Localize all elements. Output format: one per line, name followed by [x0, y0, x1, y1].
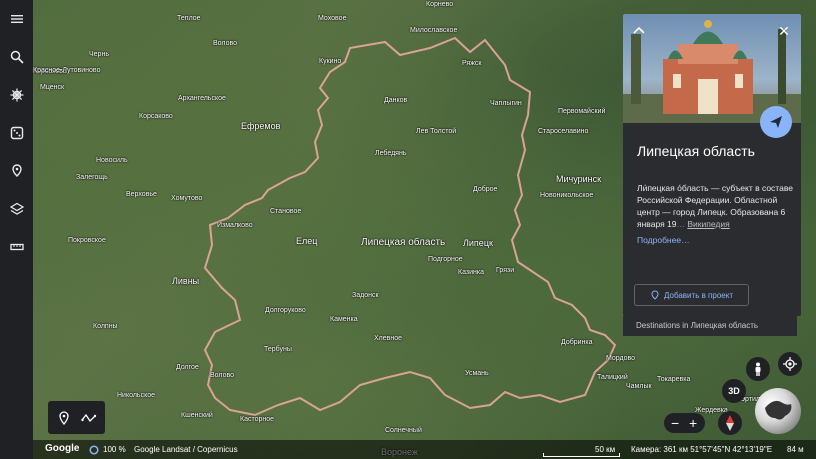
scale-bar	[543, 453, 620, 457]
map-label: Казинка	[458, 269, 484, 276]
map-label: Мценск	[40, 84, 65, 91]
map-label: Липецкая область	[361, 237, 446, 248]
add-pin-icon	[651, 290, 659, 300]
map-label: Грязи	[496, 267, 515, 274]
destinations-link[interactable]: Destinations in Липецкая область	[623, 316, 797, 336]
map-label: Первомайский	[558, 108, 606, 115]
map-label: Солнечный	[385, 427, 422, 434]
map-label: Измалково	[217, 222, 253, 229]
map-label: Ряжск	[462, 60, 482, 67]
map-label: Касторное	[240, 416, 275, 423]
3d-toggle-button[interactable]: 3D	[722, 379, 746, 403]
loading-ring-icon	[89, 445, 99, 455]
map-label: Тербуны	[264, 346, 292, 353]
map-label: Лев Толстой	[416, 128, 457, 135]
attribution: Google Landsat / Copernicus	[134, 445, 238, 454]
ship-wheel-icon[interactable]	[0, 80, 33, 110]
map-label: Долгое	[176, 364, 199, 371]
my-location-button[interactable]	[778, 352, 802, 376]
map-label: Мордово	[606, 355, 636, 362]
map-label: Чаплыгин	[490, 100, 522, 107]
camera-info: Камера: 361 км 51°57'45"N 42°13'19"E	[631, 445, 773, 454]
map-label: Токаревка	[657, 376, 691, 383]
crosshair-icon	[783, 357, 797, 371]
map-label: Красное-Лутовиново	[33, 67, 101, 74]
map-label: Новосиль	[96, 157, 128, 164]
map-label: Моховое	[318, 15, 347, 22]
map-label: Доброе	[473, 186, 498, 193]
map-label: Талицкий	[597, 374, 628, 381]
path-icon[interactable]	[81, 412, 97, 424]
map-label: Хлевное	[374, 335, 403, 342]
search-icon[interactable]	[0, 42, 33, 72]
map-label: Староселавино	[538, 128, 589, 135]
map-label: Елец	[296, 236, 318, 246]
add-to-project-label: Добавить в проект	[664, 290, 733, 300]
map-label: Новоникольское	[540, 192, 594, 199]
map-label: Милославское	[410, 27, 458, 34]
share-button[interactable]	[760, 106, 792, 138]
layers-icon[interactable]	[0, 194, 33, 224]
read-more-link[interactable]: Подробнее…	[637, 235, 690, 245]
place-title: Липецкая область	[637, 143, 755, 159]
map-label: Волово	[210, 372, 234, 379]
map-label: Никольское	[117, 392, 156, 399]
map-label: Лебедянь	[375, 150, 407, 157]
map-label: Корсаково	[139, 113, 173, 120]
knowledge-card: Липецкая область Ли́пецкая о́бласть — су…	[623, 14, 801, 316]
map-label: Ефремов	[241, 121, 281, 131]
menu-icon[interactable]	[0, 4, 33, 34]
wikipedia-link[interactable]: Википедия	[687, 219, 729, 229]
left-sidebar	[0, 0, 33, 459]
zoom-in-button[interactable]: +	[689, 413, 697, 433]
map-label: Задонск	[352, 292, 379, 299]
map-label: Кшенский	[181, 412, 213, 419]
send-icon	[770, 116, 782, 128]
map-label: Каменка	[330, 316, 358, 323]
map-label: Усмань	[465, 370, 489, 377]
map-label: Архангельское	[178, 95, 226, 102]
map-label: Чамлык	[626, 383, 652, 390]
dice-icon[interactable]	[0, 118, 33, 148]
compass-button[interactable]	[718, 411, 742, 435]
map-label: Кукино	[319, 58, 342, 65]
map-label: Добринка	[561, 339, 593, 346]
map-label: Корнево	[426, 1, 454, 8]
map-label: Данков	[384, 97, 408, 104]
map-label: Волово	[213, 40, 237, 47]
map-label: Покровское	[68, 237, 106, 244]
elevation-info: 84 м	[787, 445, 804, 454]
google-logo: Google	[45, 443, 80, 454]
loading-percent: 100 %	[103, 445, 126, 454]
add-to-project-button[interactable]: Добавить в проект	[634, 284, 749, 306]
map-label: Ливны	[172, 276, 200, 286]
map-tools	[48, 401, 105, 434]
street-view-button[interactable]	[746, 357, 770, 381]
map-label: Долгоруково	[265, 307, 306, 314]
map-label: Залегощь	[76, 174, 108, 181]
close-icon[interactable]: ✕	[776, 23, 792, 39]
globe-overview[interactable]	[755, 388, 801, 434]
map-label: Липецк	[463, 238, 493, 248]
map-label: Чернь	[89, 51, 109, 58]
status-bar: Google 100 % Google Landsat / Copernicus…	[33, 440, 816, 459]
map-label: Теплое	[177, 15, 201, 22]
zoom-out-button[interactable]: −	[671, 413, 679, 433]
map-label: Мичуринск	[556, 174, 602, 184]
map-label: Колпны	[93, 323, 118, 330]
chevron-up-icon[interactable]	[631, 23, 647, 39]
ruler-icon[interactable]	[0, 232, 33, 262]
map-label: Становое	[270, 208, 302, 215]
place-description: Ли́пецкая о́бласть — субъект в составе Р…	[637, 183, 793, 229]
map-label: Подгорное	[428, 256, 463, 263]
map-label: Хомутово	[171, 195, 203, 202]
zoom-control: − +	[664, 413, 705, 433]
map-label: Верховье	[126, 191, 157, 198]
compass-icon	[726, 415, 734, 431]
placemark-icon[interactable]	[58, 411, 70, 425]
pegman-icon	[755, 362, 761, 376]
pin-map-icon[interactable]	[0, 156, 33, 186]
